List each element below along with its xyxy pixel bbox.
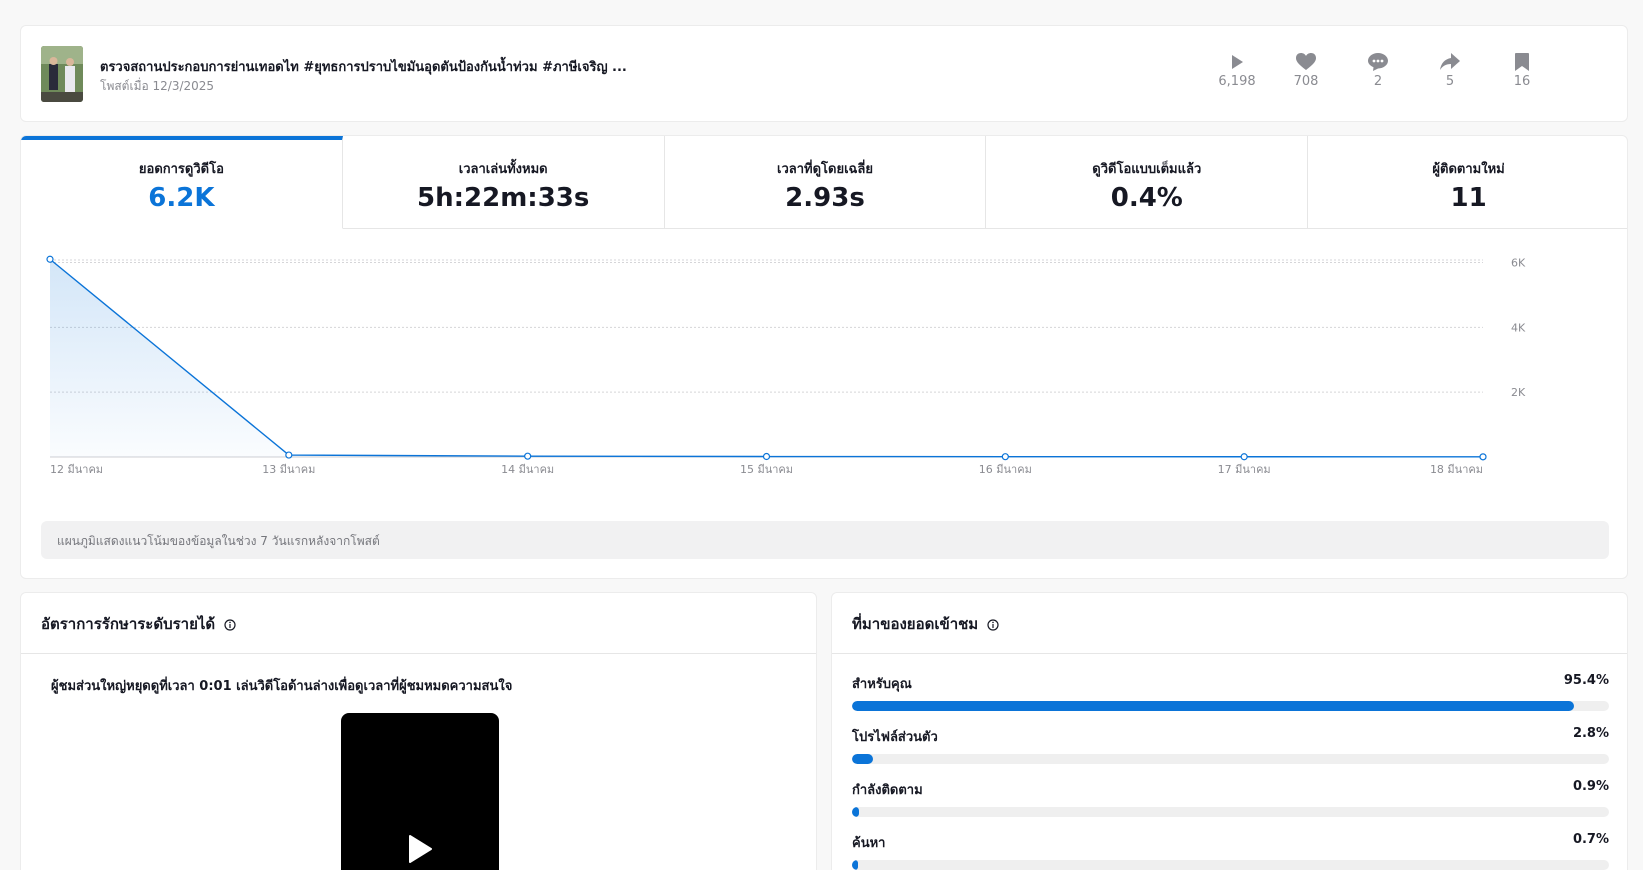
tab-value: 5h:22m:33s [417,183,590,213]
source-label: กำลังติดตาม [852,783,923,798]
data-point [1240,453,1248,461]
series-line [49,258,1484,458]
source-bar-fill [852,860,859,870]
source-item-for-you: สำหรับคุณ 95.4% [852,673,1609,711]
play-icon [1232,55,1243,69]
stat-likes-value: 708 [1293,74,1319,89]
chart-area [49,258,1484,458]
stat-comments: 2 [1348,53,1408,89]
data-point [524,452,532,460]
retention-header: อัตราการรักษาระดับรายได้ [21,593,816,654]
data-point [1001,453,1009,461]
source-item-profile: โปรไฟล์ส่วนตัว 2.8% [852,726,1609,764]
chart-points [46,255,1487,461]
bookmark-icon [1515,53,1529,71]
series-area [50,259,1483,457]
stat-saves: 16 [1492,53,1552,89]
traffic-source-header: ที่มาของยอดเข้าชม [832,593,1627,654]
data-point [46,255,54,263]
source-bar [852,860,1609,870]
source-label: โปรไฟล์ส่วนตัว [852,730,938,745]
play-icon[interactable] [407,835,433,863]
tab-video-views[interactable]: ยอดการดูวิดีโอ 6.2K [21,136,343,229]
stat-saves-value: 16 [1513,74,1531,89]
data-point [285,451,293,459]
data-point [1479,453,1487,461]
source-bar-fill [852,807,859,817]
info-icon[interactable] [224,618,237,631]
retention-title: อัตราการรักษาระดับรายได้ [41,615,216,633]
x-tick-label: 14 มีนาคม [501,463,554,476]
post-title: ตรวจสถานประกอบการย่านเทอดไท #ยุทธการปราบ… [100,60,627,75]
tab-label: ผู้ติดตามใหม่ [1432,162,1505,177]
source-bar [852,807,1609,817]
source-value: 0.7% [1572,832,1609,847]
x-tick-label: 12 มีนาคม [50,463,103,476]
tab-value: 11 [1450,183,1487,213]
x-tick-label: 16 มีนาคม [979,463,1032,476]
source-value: 95.4% [1563,673,1609,688]
share-icon [1440,53,1460,70]
source-value: 2.8% [1572,726,1609,741]
traffic-source-title: ที่มาของยอดเข้าชม [852,615,979,633]
stat-views: 6,198 [1207,53,1267,89]
y-tick-label: 4K [1511,321,1526,334]
tab-label: ดูวิดีโอแบบเต็มแล้ว [1092,162,1202,177]
stat-views-value: 6,198 [1218,74,1256,89]
post-summary-card: ตรวจสถานประกอบการย่านเทอดไท #ยุทธการปราบ… [20,25,1628,122]
chart-grid [50,259,1483,458]
stat-shares-value: 5 [1445,74,1455,89]
retention-video-player[interactable] [341,713,499,870]
stat-likes: 708 [1276,53,1336,89]
tab-label: เวลาเล่นทั้งหมด [458,162,548,177]
tab-value: 0.4% [1110,183,1183,213]
tab-label: ยอดการดูวิดีโอ [138,162,224,177]
y-tick-label: 2K [1511,386,1526,399]
retention-description: ผู้ชมส่วนใหญ่หยุดดูที่เวลา 0:01 เล่นวิดี… [51,679,513,694]
heart-icon [1296,53,1316,70]
source-value: 0.9% [1572,779,1609,794]
source-bar-fill [852,754,874,764]
post-thumbnail[interactable] [41,46,83,102]
x-tick-label: 17 มีนาคม [1218,463,1271,476]
tab-total-play-time[interactable]: เวลาเล่นทั้งหมด 5h:22m:33s [342,136,665,229]
source-label: ค้นหา [852,836,886,851]
x-tick-label: 18 มีนาคม [1430,463,1483,476]
post-date: โพสต์เมื่อ 12/3/2025 [100,79,215,93]
tab-new-followers[interactable]: ผู้ติดตามใหม่ 11 [1308,136,1627,229]
chart-note: แผนภูมิแสดงแนวโน้มของข้อมูลในช่วง 7 วันแ… [41,521,1609,559]
source-item-search: ค้นหา 0.7% [852,832,1609,870]
tab-value: 2.93s [785,183,865,213]
metric-tabs: ยอดการดูวิดีโอ 6.2K เวลาเล่นทั้งหมด 5h:2… [21,136,1627,229]
stat-shares: 5 [1420,53,1480,89]
x-tick-label: 15 มีนาคม [740,463,793,476]
info-icon[interactable] [987,618,1000,631]
tab-label: เวลาที่ดูโดยเฉลี่ย [777,162,873,177]
comment-icon [1368,53,1388,71]
source-item-following: กำลังติดตาม 0.9% [852,779,1609,817]
stat-comments-value: 2 [1373,74,1383,89]
tab-watched-full-video[interactable]: ดูวิดีโอแบบเต็มแล้ว 0.4% [986,136,1309,229]
retention-card: อัตราการรักษาระดับรายได้ ผู้ชมส่วนใหญ่หย… [20,592,817,870]
tab-value: 6.2K [148,183,215,213]
source-bar [852,754,1609,764]
source-bar [852,701,1609,711]
data-point [762,452,771,461]
x-tick-label: 13 มีนาคม [262,463,315,476]
traffic-source-card: ที่มาของยอดเข้าชม สำหรับคุณ 95.4% โปรไฟล์… [831,592,1628,870]
source-label: สำหรับคุณ [852,677,912,692]
metrics-card: ยอดการดูวิดีโอ 6.2K เวลาเล่นทั้งหมด 5h:2… [20,135,1628,579]
source-bar-fill [852,701,1575,711]
views-trend-chart: 2K 4K 6K 12 มีนาคม 13 มีนาคม 14 มีนาคม 15 มีนา… [46,255,1526,476]
tab-average-watch-time[interactable]: เวลาที่ดูโดยเฉลี่ย 2.93s [664,136,987,229]
y-tick-label: 6K [1511,256,1526,269]
